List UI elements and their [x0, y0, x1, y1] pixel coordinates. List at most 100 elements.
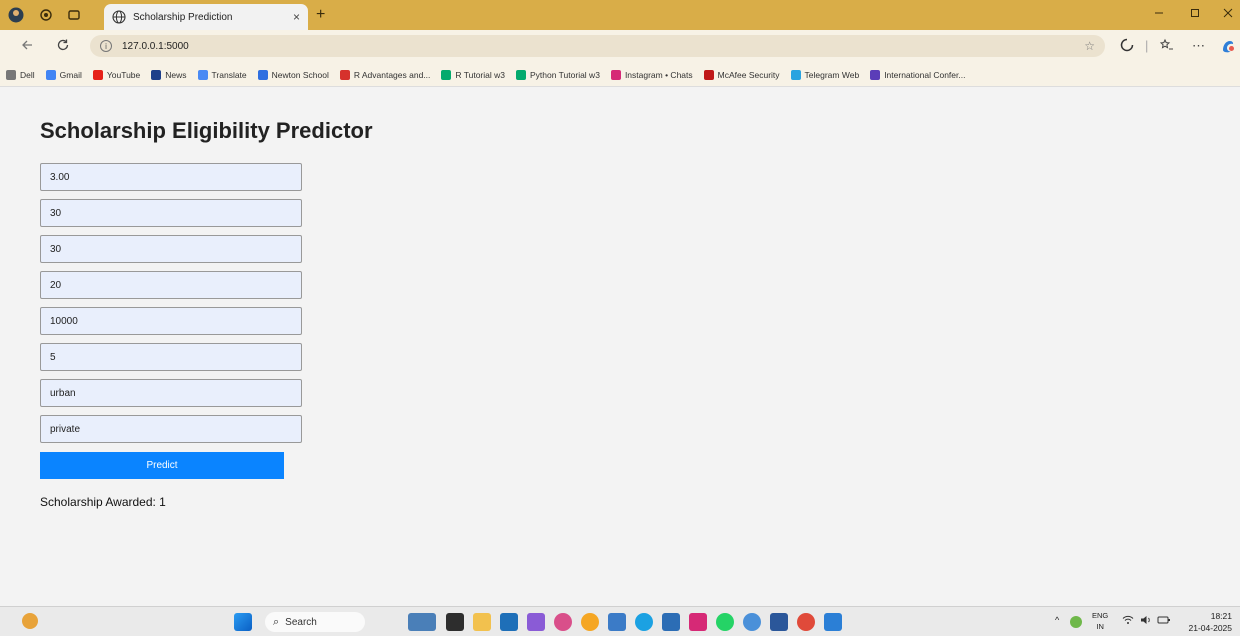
- field-1-input[interactable]: [40, 163, 302, 191]
- clock-date: 21-04-2025: [1188, 623, 1232, 633]
- language-indicator[interactable]: ENG IN: [1092, 610, 1108, 632]
- app-icon[interactable]: [608, 613, 626, 631]
- news-icon: [151, 69, 162, 80]
- vscode-icon[interactable]: [824, 613, 842, 631]
- notification-app-icon[interactable]: [581, 613, 599, 631]
- volume-icon[interactable]: [1140, 615, 1152, 627]
- widgets-icon[interactable]: [408, 613, 436, 631]
- bookmark-label: International Confer...: [884, 69, 966, 80]
- store-icon[interactable]: [500, 613, 518, 631]
- whatsapp-icon[interactable]: [716, 613, 734, 631]
- page-title: Scholarship Eligibility Predictor: [40, 118, 373, 143]
- address-toolbar: i 127.0.0.1:5000 ☆ | ⋯: [0, 30, 1240, 63]
- translate-icon: [197, 69, 208, 80]
- instagram-icon[interactable]: [689, 613, 707, 631]
- chrome-browser-icon[interactable]: [797, 613, 815, 631]
- bookmark-label: McAfee Security: [717, 69, 780, 80]
- tab-scholarship-prediction[interactable]: Scholarship Prediction ×: [104, 4, 308, 30]
- bookmark-label: Python Tutorial w3: [530, 69, 600, 80]
- show-hidden-icons-icon[interactable]: ^: [1055, 615, 1059, 625]
- refresh-icon[interactable]: [56, 38, 70, 55]
- taskbar-search[interactable]: ⌕ Search: [265, 612, 365, 632]
- bookmark-label: Instagram • Chats: [624, 69, 693, 80]
- task-view-icon[interactable]: [446, 613, 464, 631]
- favorites-icon[interactable]: [1159, 38, 1174, 55]
- field-6-input[interactable]: [40, 343, 302, 371]
- bookmark-item[interactable]: Instagram • Chats: [610, 69, 693, 80]
- bookmark-label: R Tutorial w3: [455, 69, 505, 80]
- favorite-star-icon[interactable]: ☆: [1084, 39, 1095, 53]
- bookmark-item[interactable]: International Confer...: [870, 69, 966, 80]
- chrome-profile-icon[interactable]: [743, 613, 761, 631]
- minimize-icon[interactable]: [1153, 7, 1165, 22]
- bookmark-label: Newton School: [271, 69, 329, 80]
- language-label: ENG: [1092, 611, 1109, 620]
- bookmark-item[interactable]: Dell: [6, 69, 35, 80]
- file-explorer-icon[interactable]: [473, 613, 491, 631]
- tab-actions-icon[interactable]: [66, 7, 82, 23]
- wifi-icon[interactable]: [1122, 615, 1134, 627]
- w3-icon: [441, 69, 452, 80]
- new-tab-button[interactable]: +: [316, 6, 325, 24]
- telegram-icon: [790, 69, 801, 80]
- chrome-icon[interactable]: [554, 613, 572, 631]
- field-5-input[interactable]: [40, 307, 302, 335]
- close-window-icon[interactable]: [1222, 7, 1234, 22]
- bookmark-item[interactable]: Telegram Web: [790, 69, 860, 80]
- bookmark-label: News: [165, 69, 187, 80]
- w3-icon: [516, 69, 526, 80]
- word-icon[interactable]: [770, 613, 788, 631]
- search-icon: ⌕: [273, 615, 280, 628]
- battery-icon[interactable]: [1157, 615, 1171, 627]
- tray-app-icon[interactable]: [1070, 616, 1082, 628]
- back-icon[interactable]: [20, 38, 34, 55]
- field-2-input[interactable]: [40, 199, 302, 227]
- bookmark-item[interactable]: News: [151, 69, 187, 80]
- profile-avatar-icon[interactable]: [8, 7, 24, 23]
- clock-time: 18:21: [1210, 611, 1232, 621]
- workspaces-icon[interactable]: [38, 7, 54, 23]
- r-studio-icon[interactable]: [662, 613, 680, 631]
- app-icon[interactable]: [527, 613, 545, 631]
- bookmarks-bar: Dell Gmail YouTube News Translate Newton Scho…: [0, 63, 1240, 87]
- bookmark-item[interactable]: McAfee Security: [703, 69, 780, 80]
- newton-icon: [257, 69, 268, 80]
- bookmark-item[interactable]: Translate: [197, 69, 247, 80]
- copilot-icon[interactable]: [1120, 38, 1134, 55]
- bookmark-item[interactable]: Gmail: [45, 69, 82, 80]
- prediction-result: Scholarship Awarded: 1: [40, 495, 166, 509]
- taskbar: ⌕ Search ^ ENG IN 18:21 21-04-2025: [0, 606, 1240, 636]
- site-info-icon[interactable]: i: [100, 40, 112, 52]
- google-icon: [45, 69, 56, 80]
- address-bar[interactable]: i 127.0.0.1:5000 ☆: [90, 35, 1105, 57]
- conference-icon: [870, 69, 881, 80]
- youtube-icon: [92, 69, 103, 80]
- system-clock[interactable]: 18:21 21-04-2025: [1189, 610, 1232, 634]
- toolbar-divider: |: [1145, 38, 1149, 53]
- predict-button[interactable]: Predict: [40, 452, 284, 479]
- taskbar-search-label: Search: [285, 616, 317, 628]
- tab-title: Scholarship Prediction: [133, 11, 233, 23]
- bookmark-item[interactable]: Python Tutorial w3: [516, 69, 600, 80]
- bookmark-item[interactable]: Newton School: [257, 69, 329, 80]
- bookmark-label: R Advantages and...: [353, 69, 431, 80]
- url-text: 127.0.0.1:5000: [122, 40, 189, 52]
- maximize-icon[interactable]: [1189, 7, 1201, 22]
- mcafee-icon: [703, 69, 714, 80]
- field-4-input[interactable]: [40, 271, 302, 299]
- bookmark-item[interactable]: R Advantages and...: [339, 69, 431, 80]
- bookmark-label: Telegram Web: [804, 69, 860, 80]
- weather-widget-icon[interactable]: [22, 613, 38, 629]
- field-8-input[interactable]: [40, 415, 302, 443]
- edge-icon[interactable]: [635, 613, 653, 631]
- bookmark-label: Dell: [20, 69, 35, 80]
- field-7-input[interactable]: [40, 379, 302, 407]
- bookmark-item[interactable]: R Tutorial w3: [441, 69, 505, 80]
- edge-copilot-icon[interactable]: [1220, 38, 1236, 57]
- bookmark-label: Translate: [211, 69, 247, 80]
- field-3-input[interactable]: [40, 235, 302, 263]
- tab-close-icon[interactable]: ×: [293, 10, 300, 24]
- windows-start-icon[interactable]: [234, 613, 252, 631]
- more-options-icon[interactable]: ⋯: [1192, 38, 1205, 54]
- bookmark-item[interactable]: YouTube: [92, 69, 140, 80]
